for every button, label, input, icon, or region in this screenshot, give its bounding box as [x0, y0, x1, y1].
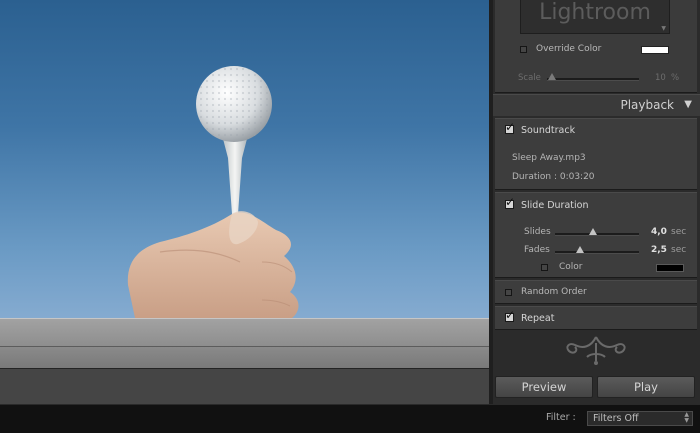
identity-plate[interactable]: Lightroom ▼: [520, 0, 670, 34]
soundtrack-duration: Duration : 0:03:20: [512, 172, 595, 182]
fades-value: 2,5: [651, 245, 667, 255]
preview-button[interactable]: Preview: [495, 376, 593, 398]
fades-unit: sec: [671, 245, 687, 255]
scale-slider-thumb[interactable]: [548, 73, 556, 80]
override-color-swatch[interactable]: [641, 46, 669, 54]
slide-duration-section: ✓ Slide Duration Slides 4,0 sec Fades 2,…: [495, 192, 697, 278]
soundtrack-section: ✓ Soundtrack Sleep Away.mp3 Duration : 0…: [495, 118, 697, 190]
filter-label: Filter :: [546, 412, 576, 423]
identity-plate-text: Lightroom: [539, 0, 651, 25]
right-panel: Lightroom ▼ Override Color Scale 10 % Pl…: [493, 0, 700, 404]
repeat-checkbox[interactable]: ✓: [505, 308, 515, 322]
playback-title: Playback: [620, 98, 674, 112]
slides-slider-thumb[interactable]: [588, 228, 597, 235]
overlay-section: Lightroom ▼ Override Color Scale 10 %: [495, 0, 697, 93]
bottom-filter-bar: Filter : Filters Off ▲ ▼: [0, 404, 700, 433]
random-order-section: Random Order: [495, 280, 697, 304]
fade-color-checkbox[interactable]: [541, 264, 548, 271]
slides-slider[interactable]: [555, 233, 639, 236]
filter-dropdown-value: Filters Off: [593, 413, 639, 424]
slide-editor-area: [0, 0, 489, 404]
repeat-section: ✓ Repeat: [495, 306, 697, 330]
slide-preview: [0, 0, 489, 318]
collapse-triangle-icon[interactable]: ▼: [684, 99, 692, 110]
panel-end-ornament-icon: [566, 336, 626, 365]
toolbar-strip: [0, 368, 489, 404]
golf-ball-photo: [127, 66, 299, 318]
slides-value: 4,0: [651, 227, 667, 237]
override-color-checkbox[interactable]: [520, 46, 527, 53]
slide-duration-checkbox[interactable]: ✓: [505, 195, 515, 209]
fades-slider[interactable]: [555, 251, 639, 254]
slides-label: Slides: [524, 227, 551, 237]
repeat-label: Repeat: [521, 313, 555, 324]
fade-color-label: Color: [559, 262, 583, 272]
scale-slider[interactable]: [547, 78, 639, 81]
updown-arrows-icon: ▲ ▼: [684, 411, 689, 424]
soundtrack-checkbox[interactable]: ✓: [505, 120, 515, 134]
random-order-checkbox[interactable]: [505, 289, 512, 296]
soundtrack-label: Soundtrack: [521, 125, 576, 136]
chevron-down-icon: ▼: [661, 25, 666, 32]
soundtrack-file: Sleep Away.mp3: [512, 153, 586, 163]
fades-label: Fades: [524, 245, 550, 255]
scale-unit: %: [671, 73, 680, 83]
slides-unit: sec: [671, 227, 687, 237]
slide-duration-label: Slide Duration: [521, 200, 589, 211]
filmstrip-middle: [0, 346, 489, 368]
play-button[interactable]: Play: [597, 376, 695, 398]
fade-color-swatch[interactable]: [656, 264, 684, 272]
filter-dropdown[interactable]: Filters Off ▲ ▼: [587, 411, 693, 426]
override-color-label: Override Color: [536, 44, 602, 54]
filmstrip-top: [0, 318, 489, 346]
scale-value: 10: [655, 73, 666, 83]
fades-slider-thumb[interactable]: [576, 246, 585, 253]
playback-header[interactable]: Playback ▼: [493, 94, 700, 116]
random-order-label: Random Order: [521, 287, 587, 297]
scale-label: Scale: [518, 73, 541, 83]
